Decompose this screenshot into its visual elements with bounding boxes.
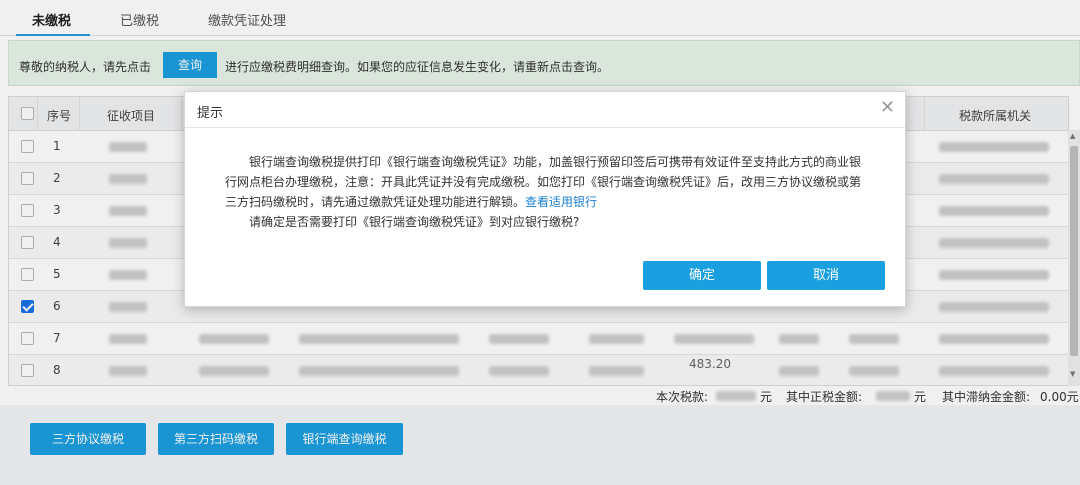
select-all-checkbox[interactable] xyxy=(21,107,34,120)
redacted-cell xyxy=(779,366,819,376)
dialog-paragraph-2: 请确定是否需要打印《银行端查询缴税凭证》到对应银行缴税? xyxy=(249,215,580,229)
row-amount: 483.20 xyxy=(689,357,731,371)
dialog-header: 提示 ✕ xyxy=(185,92,905,128)
redacted-cell xyxy=(299,366,459,376)
cancel-button[interactable]: 取消 xyxy=(767,261,885,290)
summary-this-tax-label: 本次税款: xyxy=(656,390,709,404)
redacted-cell xyxy=(939,142,1049,152)
row-seq: 8 xyxy=(53,363,61,377)
row-seq: 5 xyxy=(53,267,61,281)
row-seq: 4 xyxy=(53,235,61,249)
row-checkbox[interactable] xyxy=(21,140,34,153)
close-icon[interactable]: ✕ xyxy=(880,99,895,117)
tripartite-agreement-pay-button[interactable]: 三方协议缴税 xyxy=(30,423,146,455)
redacted-cell xyxy=(109,174,147,184)
summary-principal-unit: 元 xyxy=(914,390,927,404)
dialog-title: 提示 xyxy=(197,106,224,121)
notice-text-after: 进行应缴税费明细查询。如果您的应征信息发生变化，请重新点击查询。 xyxy=(225,60,610,74)
row-checkbox[interactable] xyxy=(21,204,34,217)
redacted-amount xyxy=(716,391,756,401)
tab-voucher-processing[interactable]: 缴款凭证处理 xyxy=(208,10,286,29)
redacted-cell xyxy=(199,334,269,344)
scroll-up-arrow-icon[interactable]: ▲ xyxy=(1070,132,1075,140)
summary-late-fee-label: 其中滞纳金金额: xyxy=(942,390,1031,404)
redacted-cell xyxy=(939,334,1049,344)
table-row[interactable]: 7 xyxy=(9,323,1068,355)
redacted-cell xyxy=(674,334,754,344)
redacted-cell xyxy=(109,302,147,312)
summary-principal-label: 其中正税金额: xyxy=(786,390,863,404)
redacted-cell xyxy=(939,174,1049,184)
view-applicable-banks-link[interactable]: 查看适用银行 xyxy=(525,195,597,209)
redacted-cell xyxy=(939,302,1049,312)
row-checkbox[interactable] xyxy=(21,236,34,249)
tab-paid[interactable]: 已缴税 xyxy=(120,10,159,29)
bank-query-pay-button[interactable]: 银行端查询缴税 xyxy=(286,423,403,455)
redacted-cell xyxy=(109,142,147,152)
redacted-cell xyxy=(109,206,147,216)
tab-bar: 未缴税 已缴税 缴款凭证处理 xyxy=(0,0,1080,36)
redacted-cell xyxy=(109,270,147,280)
action-bar: 三方协议缴税 第三方扫码缴税 银行端查询缴税 xyxy=(0,405,1080,485)
column-header-seq: 序号 xyxy=(47,109,72,123)
row-seq: 1 xyxy=(53,139,61,153)
redacted-cell xyxy=(849,366,899,376)
row-checkbox[interactable] xyxy=(21,332,34,345)
row-checkbox[interactable] xyxy=(21,172,34,185)
query-button[interactable]: 查询 xyxy=(163,52,217,78)
tab-unpaid[interactable]: 未缴税 xyxy=(32,10,71,29)
row-seq: 7 xyxy=(53,331,61,345)
row-checkbox[interactable] xyxy=(21,268,34,281)
scrollbar-thumb[interactable] xyxy=(1070,146,1078,356)
redacted-cell xyxy=(589,334,644,344)
notice-text-before: 尊敬的纳税人，请先点击 xyxy=(19,60,152,74)
confirm-dialog: 提示 ✕ 银行端查询缴税提供打印《银行端查询缴税凭证》功能，加盖银行预留印签后可… xyxy=(184,91,906,307)
redacted-cell xyxy=(199,366,269,376)
redacted-cell xyxy=(489,366,549,376)
redacted-cell xyxy=(779,334,819,344)
row-checkbox[interactable] xyxy=(21,364,34,377)
redacted-cell xyxy=(109,238,147,248)
notice-bar: 尊敬的纳税人，请先点击 查询 进行应缴税费明细查询。如果您的应征信息发生变化，请… xyxy=(8,40,1080,86)
row-seq: 6 xyxy=(53,299,61,313)
active-tab-indicator xyxy=(16,34,90,36)
redacted-cell xyxy=(939,206,1049,216)
column-header-authority: 税款所属机关 xyxy=(959,109,1032,123)
column-header-item: 征收项目 xyxy=(107,109,156,123)
table-row[interactable]: 8 483.20 xyxy=(9,355,1068,385)
redacted-cell xyxy=(589,366,644,376)
redacted-cell xyxy=(109,334,147,344)
confirm-button[interactable]: 确定 xyxy=(643,261,761,290)
redacted-cell xyxy=(299,334,459,344)
redacted-cell xyxy=(849,334,899,344)
redacted-amount xyxy=(876,391,910,401)
summary-late-fee-value: 0.00元 xyxy=(1040,390,1079,404)
scroll-down-arrow-icon[interactable]: ▼ xyxy=(1070,370,1075,378)
row-checkbox-checked[interactable] xyxy=(21,300,34,313)
dialog-body: 银行端查询缴税提供打印《银行端查询缴税凭证》功能，加盖银行预留印签后可携带有效证… xyxy=(225,152,865,232)
row-seq: 3 xyxy=(53,203,61,217)
summary-this-tax-unit: 元 xyxy=(760,390,773,404)
dialog-paragraph-1: 银行端查询缴税提供打印《银行端查询缴税凭证》功能，加盖银行预留印签后可携带有效证… xyxy=(225,152,865,212)
redacted-cell xyxy=(109,366,147,376)
redacted-cell xyxy=(489,334,549,344)
third-party-scan-pay-button[interactable]: 第三方扫码缴税 xyxy=(158,423,274,455)
row-seq: 2 xyxy=(53,171,61,185)
redacted-cell xyxy=(939,270,1049,280)
redacted-cell xyxy=(939,238,1049,248)
redacted-cell xyxy=(939,366,1049,376)
